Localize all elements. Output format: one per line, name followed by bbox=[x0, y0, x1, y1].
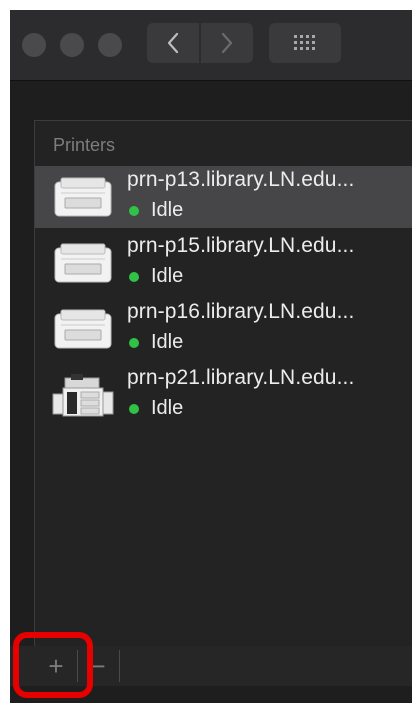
toolbar-divider bbox=[119, 650, 120, 682]
back-button[interactable] bbox=[147, 23, 199, 63]
status-indicator bbox=[129, 338, 139, 348]
close-window-button[interactable] bbox=[22, 33, 46, 57]
printers-window: Printers prn-p13.library.LN.edu... Idle … bbox=[10, 10, 412, 703]
printer-status: Idle bbox=[151, 199, 184, 221]
copier-printer-icon bbox=[52, 374, 114, 417]
printer-row[interactable]: prn-p15.library.LN.edu... Idle bbox=[35, 232, 412, 294]
minimize-window-button[interactable] bbox=[60, 33, 84, 57]
laser-printer-icon bbox=[54, 177, 112, 217]
status-indicator bbox=[129, 206, 139, 216]
add-button-highlight bbox=[13, 632, 93, 698]
chevron-left-icon bbox=[167, 32, 179, 54]
laser-printer-icon bbox=[54, 243, 112, 283]
grid-icon bbox=[294, 35, 315, 50]
forward-button[interactable] bbox=[201, 23, 253, 63]
printer-status: Idle bbox=[151, 397, 184, 419]
navigation-buttons bbox=[147, 23, 253, 63]
status-indicator bbox=[129, 404, 139, 414]
printers-list: Printers prn-p13.library.LN.edu... Idle … bbox=[34, 120, 412, 662]
printer-name: prn-p21.library.LN.edu... bbox=[127, 366, 355, 389]
zoom-window-button[interactable] bbox=[98, 33, 122, 57]
show-all-button[interactable] bbox=[269, 23, 341, 63]
printer-row[interactable]: prn-p16.library.LN.edu... Idle bbox=[35, 298, 412, 360]
printer-row[interactable]: prn-p21.library.LN.edu... Idle bbox=[35, 364, 412, 426]
printer-name: prn-p15.library.LN.edu... bbox=[127, 234, 355, 257]
printer-status: Idle bbox=[151, 265, 184, 287]
printers-header: Printers bbox=[53, 135, 116, 155]
chevron-right-icon bbox=[221, 32, 233, 54]
printer-name: prn-p16.library.LN.edu... bbox=[127, 300, 355, 323]
titlebar bbox=[10, 10, 412, 81]
printer-status: Idle bbox=[151, 331, 184, 353]
status-indicator bbox=[129, 272, 139, 282]
printer-name: prn-p13.library.LN.edu... bbox=[127, 168, 355, 191]
laser-printer-icon bbox=[54, 309, 112, 349]
printer-row[interactable]: prn-p13.library.LN.edu... Idle bbox=[35, 166, 412, 228]
